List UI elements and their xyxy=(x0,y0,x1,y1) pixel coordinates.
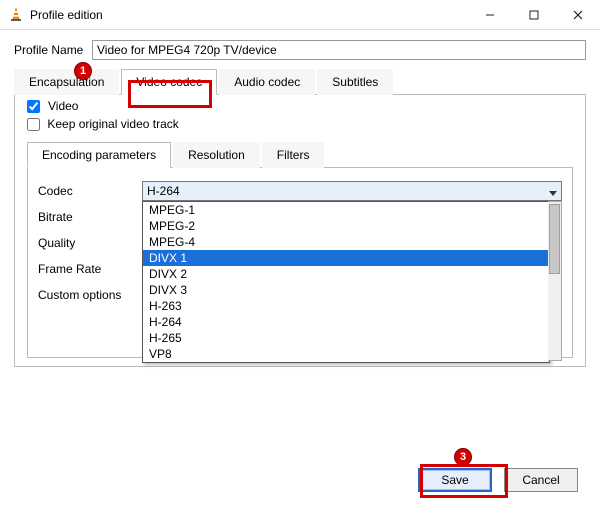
codec-row: Codec H-264 MPEG-1 MPEG-2 MPEG-4 DIVX 1 xyxy=(38,178,562,204)
video-group-legend: Video xyxy=(23,99,82,113)
video-checkbox-label: Video xyxy=(48,99,78,113)
maximize-button[interactable] xyxy=(512,0,556,30)
encoding-pane: Codec H-264 MPEG-1 MPEG-2 MPEG-4 DIVX 1 xyxy=(27,168,573,358)
dialog-buttons: Save Cancel xyxy=(418,468,578,492)
annotation-marker-3: 3 xyxy=(454,448,472,466)
codec-option-mpeg1[interactable]: MPEG-1 xyxy=(143,202,549,218)
content-area: Profile Name Encapsulation Video codec A… xyxy=(0,30,600,367)
custom-options-label: Custom options xyxy=(38,288,142,302)
subtab-filters[interactable]: Filters xyxy=(262,142,325,168)
save-button[interactable]: Save xyxy=(418,468,492,492)
profile-name-label: Profile Name xyxy=(14,43,92,57)
minimize-button[interactable] xyxy=(468,0,512,30)
codec-option-divx3[interactable]: DIVX 3 xyxy=(143,282,549,298)
main-tabs: Encapsulation Video codec Audio codec Su… xyxy=(14,68,586,95)
keep-original-checkbox[interactable] xyxy=(27,118,40,131)
codec-option-divx2[interactable]: DIVX 2 xyxy=(143,266,549,282)
window-title: Profile edition xyxy=(30,8,468,22)
framerate-label: Frame Rate xyxy=(38,262,142,276)
tab-encapsulation[interactable]: Encapsulation xyxy=(14,69,119,95)
codec-option-vp8[interactable]: VP8 xyxy=(143,346,549,362)
keep-original-label: Keep original video track xyxy=(47,117,178,131)
tab-audio-codec[interactable]: Audio codec xyxy=(219,69,315,95)
profile-name-input[interactable] xyxy=(92,40,586,60)
quality-label: Quality xyxy=(38,236,142,250)
codec-option-h263[interactable]: H-263 xyxy=(143,298,549,314)
codec-option-h265[interactable]: H-265 xyxy=(143,330,549,346)
codec-label: Codec xyxy=(38,184,142,198)
video-groupbox: Video Keep original video track Encoding… xyxy=(14,95,586,367)
profile-name-row: Profile Name xyxy=(14,40,586,60)
codec-option-divx1[interactable]: DIVX 1 xyxy=(143,250,549,266)
codec-option-mpeg4[interactable]: MPEG-4 xyxy=(143,234,549,250)
chevron-down-icon xyxy=(549,187,557,201)
vlc-icon xyxy=(8,7,24,23)
tab-subtitles[interactable]: Subtitles xyxy=(317,69,393,95)
dropdown-scrollbar[interactable] xyxy=(548,201,562,361)
subtab-resolution[interactable]: Resolution xyxy=(173,142,260,168)
video-checkbox[interactable] xyxy=(27,100,40,113)
bitrate-label: Bitrate xyxy=(38,210,142,224)
tab-video-codec[interactable]: Video codec xyxy=(121,69,217,95)
cancel-button[interactable]: Cancel xyxy=(504,468,578,492)
scrollbar-thumb[interactable] xyxy=(549,204,560,274)
codec-option-h264[interactable]: H-264 xyxy=(143,314,549,330)
title-bar: Profile edition xyxy=(0,0,600,30)
subtab-encoding[interactable]: Encoding parameters xyxy=(27,142,171,168)
codec-selected-value: H-264 xyxy=(147,184,180,198)
codec-combo[interactable]: H-264 MPEG-1 MPEG-2 MPEG-4 DIVX 1 DIVX 2… xyxy=(142,181,562,201)
keep-original-row: Keep original video track xyxy=(27,117,573,131)
codec-dropdown: MPEG-1 MPEG-2 MPEG-4 DIVX 1 DIVX 2 DIVX … xyxy=(142,201,550,363)
sub-tabs: Encoding parameters Resolution Filters xyxy=(27,141,573,168)
codec-option-mpeg2[interactable]: MPEG-2 xyxy=(143,218,549,234)
close-button[interactable] xyxy=(556,0,600,30)
codec-combo-display[interactable]: H-264 xyxy=(142,181,562,201)
